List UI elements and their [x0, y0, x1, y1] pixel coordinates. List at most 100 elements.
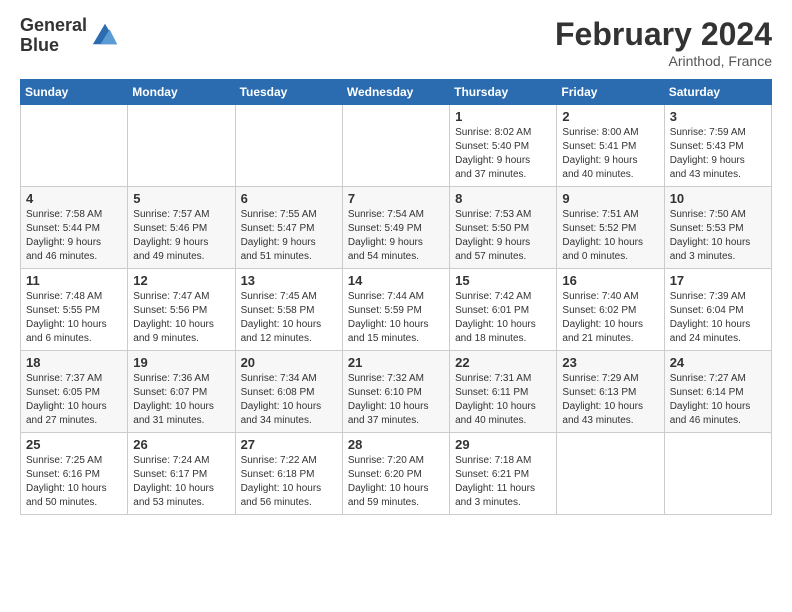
day-content: Sunrise: 7:29 AM Sunset: 6:13 PM Dayligh… [562, 372, 658, 428]
calendar-cell: 6 Sunrise: 7:55 AM Sunset: 5:47 PM Daylig… [235, 187, 342, 269]
calendar-cell: 2Sunrise: 8:00 AM Sunset: 5:41 PM Daylig… [557, 105, 664, 187]
calendar-week-row: 25 Sunrise: 7:25 AM Sunset: 6:16 PM Dayli… [21, 433, 772, 515]
calendar-cell [557, 433, 664, 515]
calendar-week-row: 18 Sunrise: 7:37 AM Sunset: 6:05 PM Dayli… [21, 351, 772, 433]
calendar-cell: 16 Sunrise: 7:40 AM Sunset: 6:02 PM Dayli… [557, 269, 664, 351]
day-number: 26 [133, 437, 229, 452]
day-content: Sunrise: 7:27 AM Sunset: 6:14 PM Dayligh… [670, 372, 766, 428]
calendar-cell: 13Sunrise: 7:45 AM Sunset: 5:58 PM Dayli… [235, 269, 342, 351]
calendar-cell: 10 Sunrise: 7:50 AM Sunset: 5:53 PM Dayli… [664, 187, 771, 269]
calendar-cell [342, 105, 449, 187]
calendar-cell: 1 Sunrise: 8:02 AM Sunset: 5:40 PM Daylig… [450, 105, 557, 187]
calendar-body: 1 Sunrise: 8:02 AM Sunset: 5:40 PM Daylig… [21, 105, 772, 515]
day-content: Sunrise: 7:39 AM Sunset: 6:04 PM Dayligh… [670, 290, 766, 346]
calendar-week-row: 11 Sunrise: 7:48 AM Sunset: 5:55 PM Dayli… [21, 269, 772, 351]
day-content: Sunrise: 7:58 AM Sunset: 5:44 PM Dayligh… [26, 208, 122, 264]
day-content: Sunrise: 7:55 AM Sunset: 5:47 PM Dayligh… [241, 208, 337, 264]
day-number: 2 [562, 109, 658, 124]
calendar-cell: 7 Sunrise: 7:54 AM Sunset: 5:49 PM Daylig… [342, 187, 449, 269]
day-number: 20 [241, 355, 337, 370]
day-number: 14 [348, 273, 444, 288]
weekday-header-cell: Thursday [450, 80, 557, 105]
calendar-cell: 25 Sunrise: 7:25 AM Sunset: 6:16 PM Dayli… [21, 433, 128, 515]
day-number: 10 [670, 191, 766, 206]
day-number: 21 [348, 355, 444, 370]
day-number: 18 [26, 355, 122, 370]
calendar-cell: 8Sunrise: 7:53 AM Sunset: 5:50 PM Daylig… [450, 187, 557, 269]
calendar-cell: 24 Sunrise: 7:27 AM Sunset: 6:14 PM Dayli… [664, 351, 771, 433]
weekday-header-cell: Wednesday [342, 80, 449, 105]
day-content: Sunrise: 7:36 AM Sunset: 6:07 PM Dayligh… [133, 372, 229, 428]
weekday-header-row: SundayMondayTuesdayWednesdayThursdayFrid… [21, 80, 772, 105]
day-number: 1 [455, 109, 551, 124]
day-content: Sunrise: 7:42 AM Sunset: 6:01 PM Dayligh… [455, 290, 551, 346]
weekday-header-cell: Saturday [664, 80, 771, 105]
calendar-cell: 3 Sunrise: 7:59 AM Sunset: 5:43 PM Daylig… [664, 105, 771, 187]
calendar-cell: 26 Sunrise: 7:24 AM Sunset: 6:17 PM Dayli… [128, 433, 235, 515]
calendar-cell [664, 433, 771, 515]
day-content: Sunrise: 7:31 AM Sunset: 6:11 PM Dayligh… [455, 372, 551, 428]
day-content: Sunrise: 7:18 AM Sunset: 6:21 PM Dayligh… [455, 454, 551, 510]
calendar-cell: 27 Sunrise: 7:22 AM Sunset: 6:18 PM Dayli… [235, 433, 342, 515]
day-content: Sunrise: 7:53 AM Sunset: 5:50 PM Dayligh… [455, 208, 551, 264]
calendar-cell: 17 Sunrise: 7:39 AM Sunset: 6:04 PM Dayli… [664, 269, 771, 351]
calendar-cell: 22 Sunrise: 7:31 AM Sunset: 6:11 PM Dayli… [450, 351, 557, 433]
day-content: Sunrise: 7:50 AM Sunset: 5:53 PM Dayligh… [670, 208, 766, 264]
day-number: 6 [241, 191, 337, 206]
calendar-cell [128, 105, 235, 187]
day-number: 12 [133, 273, 229, 288]
calendar-cell [21, 105, 128, 187]
day-number: 3 [670, 109, 766, 124]
day-content: Sunrise: 7:20 AM Sunset: 6:20 PM Dayligh… [348, 454, 444, 510]
day-number: 24 [670, 355, 766, 370]
day-number: 9 [562, 191, 658, 206]
day-content: Sunrise: 7:25 AM Sunset: 6:16 PM Dayligh… [26, 454, 122, 510]
day-number: 15 [455, 273, 551, 288]
day-number: 22 [455, 355, 551, 370]
calendar-cell: 11 Sunrise: 7:48 AM Sunset: 5:55 PM Dayli… [21, 269, 128, 351]
day-content: Sunrise: 7:59 AM Sunset: 5:43 PM Dayligh… [670, 126, 766, 182]
day-number: 11 [26, 273, 122, 288]
logo-line1: General [20, 16, 87, 36]
weekday-header-cell: Tuesday [235, 80, 342, 105]
day-content: Sunrise: 7:54 AM Sunset: 5:49 PM Dayligh… [348, 208, 444, 264]
day-number: 17 [670, 273, 766, 288]
calendar-cell: 19 Sunrise: 7:36 AM Sunset: 6:07 PM Dayli… [128, 351, 235, 433]
day-content: Sunrise: 7:51 AM Sunset: 5:52 PM Dayligh… [562, 208, 658, 264]
day-content: Sunrise: 7:44 AM Sunset: 5:59 PM Dayligh… [348, 290, 444, 346]
day-content: Sunrise: 7:37 AM Sunset: 6:05 PM Dayligh… [26, 372, 122, 428]
day-number: 29 [455, 437, 551, 452]
day-content: Sunrise: 7:48 AM Sunset: 5:55 PM Dayligh… [26, 290, 122, 346]
calendar-cell: 14 Sunrise: 7:44 AM Sunset: 5:59 PM Dayli… [342, 269, 449, 351]
calendar-cell: 9 Sunrise: 7:51 AM Sunset: 5:52 PM Daylig… [557, 187, 664, 269]
day-number: 4 [26, 191, 122, 206]
day-number: 16 [562, 273, 658, 288]
calendar-cell: 4 Sunrise: 7:58 AM Sunset: 5:44 PM Daylig… [21, 187, 128, 269]
day-content: Sunrise: 7:40 AM Sunset: 6:02 PM Dayligh… [562, 290, 658, 346]
calendar-cell [235, 105, 342, 187]
calendar-cell: 18 Sunrise: 7:37 AM Sunset: 6:05 PM Dayli… [21, 351, 128, 433]
calendar-cell: 12Sunrise: 7:47 AM Sunset: 5:56 PM Dayli… [128, 269, 235, 351]
day-number: 5 [133, 191, 229, 206]
title-block: February 2024 Arinthod, France [555, 16, 772, 69]
day-number: 7 [348, 191, 444, 206]
weekday-header-cell: Sunday [21, 80, 128, 105]
day-content: Sunrise: 7:22 AM Sunset: 6:18 PM Dayligh… [241, 454, 337, 510]
location: Arinthod, France [555, 53, 772, 69]
calendar-cell: 20Sunrise: 7:34 AM Sunset: 6:08 PM Dayli… [235, 351, 342, 433]
day-content: Sunrise: 7:57 AM Sunset: 5:46 PM Dayligh… [133, 208, 229, 264]
page-header: General Blue February 2024 Arinthod, Fra… [20, 16, 772, 69]
day-number: 19 [133, 355, 229, 370]
day-content: Sunrise: 7:45 AM Sunset: 5:58 PM Dayligh… [241, 290, 337, 346]
calendar-table: SundayMondayTuesdayWednesdayThursdayFrid… [20, 79, 772, 515]
day-content: Sunrise: 7:24 AM Sunset: 6:17 PM Dayligh… [133, 454, 229, 510]
day-content: Sunrise: 8:02 AM Sunset: 5:40 PM Dayligh… [455, 126, 551, 182]
day-number: 27 [241, 437, 337, 452]
logo-line2: Blue [20, 36, 87, 56]
weekday-header-cell: Friday [557, 80, 664, 105]
day-content: Sunrise: 7:32 AM Sunset: 6:10 PM Dayligh… [348, 372, 444, 428]
day-number: 28 [348, 437, 444, 452]
day-number: 23 [562, 355, 658, 370]
day-number: 25 [26, 437, 122, 452]
calendar-cell: 23 Sunrise: 7:29 AM Sunset: 6:13 PM Dayli… [557, 351, 664, 433]
